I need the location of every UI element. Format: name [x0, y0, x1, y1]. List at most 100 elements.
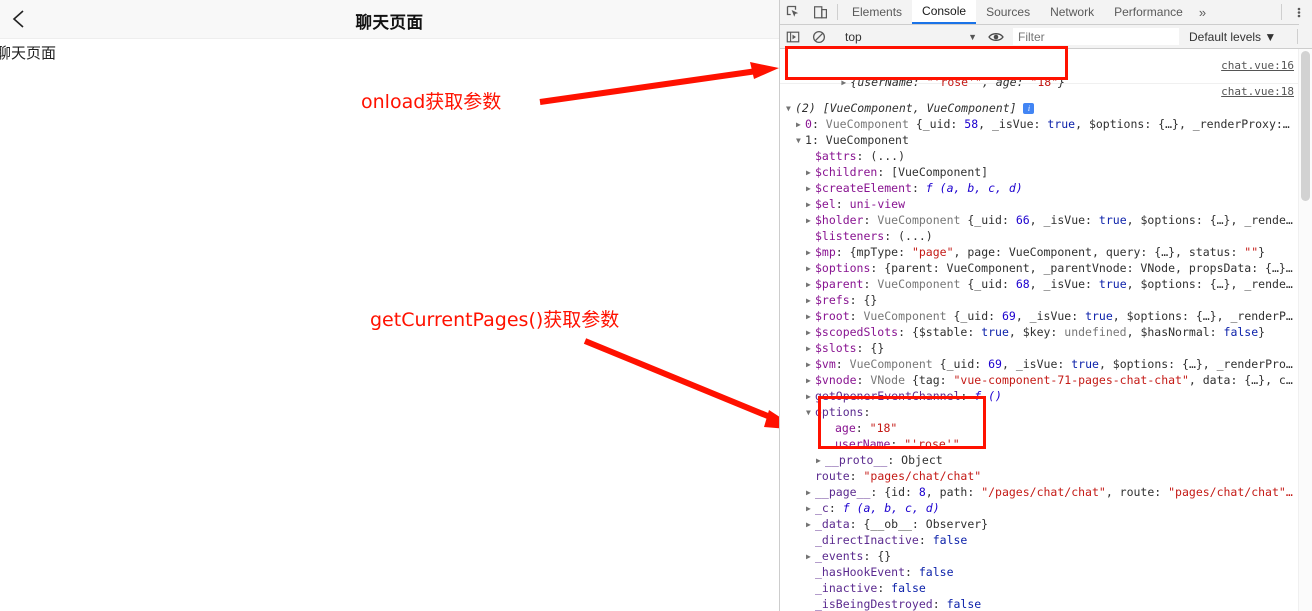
- expand-triangle-icon[interactable]: [806, 389, 815, 405]
- console-token: _c: [815, 501, 829, 515]
- console-tree-row[interactable]: _isBeingDestroyed: false: [780, 596, 1312, 611]
- execute-sidebar-icon[interactable]: [780, 30, 806, 44]
- page-title: 聊天页面: [355, 13, 424, 32]
- console-tree-row[interactable]: $slots: {}: [780, 340, 1312, 356]
- console-token: $children: [815, 165, 878, 179]
- console-entry-object[interactable]: {userName: "'rose'", age: "18"} chat.vue…: [780, 49, 1312, 89]
- console-tree-row[interactable]: $vnode: VNode {tag: "vue-component-71-pa…: [780, 372, 1312, 388]
- console-object-tree[interactable]: (2) [VueComponent, VueComponent] i0: Vue…: [780, 100, 1312, 611]
- tab-sources[interactable]: Sources: [976, 0, 1040, 24]
- console-token: :: [835, 357, 850, 371]
- console-token: {_uid:: [939, 357, 989, 371]
- console-tree-row[interactable]: getOpenerEventChannel: f (): [780, 388, 1312, 404]
- console-tree-row[interactable]: _inactive: false: [780, 580, 1312, 596]
- expand-triangle-icon[interactable]: [806, 245, 815, 261]
- console-tree-row[interactable]: __page__: {id: 8, path: "/pages/chat/cha…: [780, 484, 1312, 500]
- console-token: {_uid:: [967, 277, 1016, 291]
- expand-triangle-icon[interactable]: [816, 453, 825, 469]
- console-entry-source-row: chat.vue:18: [780, 84, 1312, 100]
- console-scrollbar[interactable]: [1298, 49, 1312, 611]
- expand-triangle-icon[interactable]: [806, 197, 815, 213]
- console-tree-row[interactable]: (2) [VueComponent, VueComponent] i: [780, 100, 1312, 116]
- console-tree-row[interactable]: $options: {parent: VueComponent, _parent…: [780, 260, 1312, 276]
- expand-triangle-icon[interactable]: [806, 261, 815, 277]
- console-tree-row[interactable]: options:: [780, 404, 1312, 420]
- expand-triangle-icon[interactable]: [806, 341, 815, 357]
- inspect-element-icon[interactable]: [780, 0, 807, 24]
- console-tree-row[interactable]: $holder: VueComponent {_uid: 66, _isVue:…: [780, 212, 1312, 228]
- console-tree-row[interactable]: $createElement: f (a, b, c, d): [780, 180, 1312, 196]
- expand-triangle-icon[interactable]: [796, 117, 805, 133]
- expand-triangle-icon[interactable]: [806, 325, 815, 341]
- expand-triangle-icon[interactable]: [806, 213, 815, 229]
- console-token: "vue-component-71-pages-chat-chat": [953, 373, 1189, 387]
- expand-triangle-icon[interactable]: [806, 181, 815, 197]
- console-tree-row[interactable]: 0: VueComponent {_uid: 58, _isVue: true,…: [780, 116, 1312, 132]
- console-token: :: [918, 533, 933, 547]
- expand-triangle-icon[interactable]: [806, 277, 815, 293]
- console-tree-row[interactable]: $vm: VueComponent {_uid: 69, _isVue: tru…: [780, 356, 1312, 372]
- page-body-text: 聊天页面: [0, 44, 57, 62]
- source-link-chat-vue-18[interactable]: chat.vue:18: [1221, 84, 1294, 100]
- expand-triangle-icon[interactable]: [806, 293, 815, 309]
- console-message-list[interactable]: {userName: "'rose'", age: "18"} chat.vue…: [780, 49, 1312, 611]
- console-tree-row[interactable]: _c: f (a, b, c, d): [780, 500, 1312, 516]
- annotation-getcurrentpages-label: getCurrentPages()获取参数: [370, 309, 620, 331]
- collapse-triangle-icon[interactable]: [796, 133, 805, 149]
- execution-context-select[interactable]: top ▼: [840, 28, 983, 45]
- expand-triangle-icon[interactable]: [806, 373, 815, 389]
- expand-triangle-icon[interactable]: [806, 309, 815, 325]
- console-tree-row[interactable]: $scopedSlots: {$stable: true, $key: unde…: [780, 324, 1312, 340]
- console-token: route: [815, 469, 850, 483]
- console-tree-row[interactable]: $refs: {}: [780, 292, 1312, 308]
- expand-triangle-icon[interactable]: [806, 517, 815, 533]
- console-token: , data: {…}, c…: [1188, 373, 1293, 387]
- console-tree-row[interactable]: _hasHookEvent: false: [780, 564, 1312, 580]
- console-tree-row[interactable]: _events: {}: [780, 548, 1312, 564]
- expand-triangle-icon[interactable]: [806, 501, 815, 517]
- console-tree-row[interactable]: _data: {__ob__: Observer}: [780, 516, 1312, 532]
- console-token: false: [891, 581, 926, 595]
- console-tree-row[interactable]: 1: VueComponent: [780, 132, 1312, 148]
- console-tree-row[interactable]: __proto__: Object: [780, 452, 1312, 468]
- console-token: , page: VueComponent, query: {…}, status…: [953, 245, 1245, 259]
- console-tree-row[interactable]: $parent: VueComponent {_uid: 68, _isVue:…: [780, 276, 1312, 292]
- console-token: VNode: [870, 373, 912, 387]
- console-token: true: [1071, 357, 1099, 371]
- console-token: {tag:: [911, 373, 954, 387]
- tab-elements[interactable]: Elements: [842, 0, 912, 24]
- collapse-triangle-icon[interactable]: [786, 101, 795, 117]
- console-tree-row[interactable]: route: "pages/chat/chat": [780, 468, 1312, 484]
- clear-console-icon[interactable]: [806, 30, 832, 44]
- info-badge-icon[interactable]: i: [1023, 103, 1035, 114]
- device-toolbar-icon[interactable]: [807, 0, 834, 24]
- console-tree-row[interactable]: userName: "'rose'": [780, 436, 1312, 452]
- console-tree-row[interactable]: age: "18": [780, 420, 1312, 436]
- expand-triangle-icon[interactable]: [806, 485, 815, 501]
- console-tree-row[interactable]: $listeners: (...): [780, 228, 1312, 244]
- console-tree-row[interactable]: $el: uni-view: [780, 196, 1312, 212]
- kebab-menu-icon[interactable]: [1286, 0, 1312, 24]
- more-tabs-chevron-icon[interactable]: »: [1193, 0, 1212, 24]
- source-link-chat-vue-16[interactable]: chat.vue:16: [1221, 58, 1294, 74]
- tab-network[interactable]: Network: [1040, 0, 1104, 24]
- collapse-triangle-icon[interactable]: [806, 405, 815, 421]
- tab-console[interactable]: Console: [912, 0, 977, 24]
- console-token: f (a, b, c, d): [842, 501, 940, 515]
- console-tree-row[interactable]: $root: VueComponent {_uid: 69, _isVue: t…: [780, 308, 1312, 324]
- expand-triangle-icon[interactable]: [806, 549, 815, 565]
- tab-performance[interactable]: Performance: [1104, 0, 1193, 24]
- expand-triangle-icon[interactable]: [806, 357, 815, 373]
- console-scrollbar-thumb[interactable]: [1301, 51, 1310, 201]
- live-expression-eye-icon[interactable]: [983, 30, 1009, 44]
- console-entry-row[interactable]: {userName: "'rose'", age: "18"} chat.vue…: [780, 49, 1312, 89]
- console-tree-row[interactable]: $mp: {mpType: "page", page: VueComponent…: [780, 244, 1312, 260]
- console-token: _events: [815, 549, 864, 563]
- console-tree-row[interactable]: _directInactive: false: [780, 532, 1312, 548]
- log-level-select[interactable]: Default levels ▼: [1189, 30, 1276, 44]
- console-tree-row[interactable]: $attrs: (...): [780, 148, 1312, 164]
- expand-triangle-icon[interactable]: [806, 165, 815, 181]
- console-token: :: [905, 565, 919, 579]
- console-tree-row[interactable]: $children: [VueComponent]: [780, 164, 1312, 180]
- filter-input[interactable]: [1013, 28, 1179, 45]
